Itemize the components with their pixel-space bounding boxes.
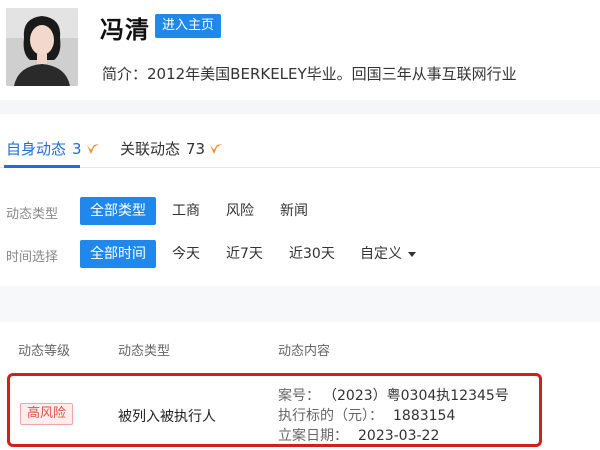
filter-type-business[interactable]: 工商: [162, 197, 210, 225]
filter-type-risk[interactable]: 风险: [216, 197, 264, 225]
tab-related-activity-label: 关联动态: [120, 140, 181, 158]
case-number-value: （2023）粤0304执12345号: [330, 388, 509, 404]
column-header-content: 动态内容: [278, 344, 331, 359]
column-header-level: 动态等级: [18, 344, 71, 359]
filter-time-custom-label: 自定义: [360, 246, 402, 262]
filter-time-custom-dropdown[interactable]: 自定义: [350, 240, 426, 268]
tab-bar: 自身动态 3 关联动态 73: [0, 128, 600, 168]
filter-time-all[interactable]: 全部时间: [80, 240, 156, 268]
profile-bio: 简介：2012年美国BERKELEY毕业。回国三年从事互联网行业: [102, 65, 517, 83]
filter-time-label: 时间选择: [6, 250, 59, 265]
tab-own-activity[interactable]: 自身动态 3: [6, 138, 100, 159]
activity-type: 被列入被执行人: [118, 409, 216, 425]
profile-header: 冯清 进入主页 简介：2012年美国BERKELEY毕业。回国三年从事互联网行业: [0, 0, 600, 100]
filing-date-label: 立案日期：: [278, 428, 348, 444]
tab-own-activity-count: 3: [72, 139, 82, 158]
filing-date-value: 2023-03-22: [358, 428, 440, 444]
filing-date: 立案日期： 2023-03-22: [278, 425, 439, 445]
execution-amount-value: 1883154: [393, 408, 456, 424]
case-number: 案号： （2023）粤0304执12345号: [278, 385, 509, 405]
table-row[interactable]: 高风险 被列入被执行人 案号： （2023）粤0304执12345号 执行标的（元…: [7, 373, 542, 447]
avatar[interactable]: [6, 8, 78, 86]
section-divider: [0, 286, 600, 322]
filter-type-all[interactable]: 全部类型: [80, 197, 156, 225]
filter-time-row: 时间选择 全部时间 今天 近7天 近30天 自定义: [0, 240, 600, 270]
filter-time-30days[interactable]: 近30天: [279, 240, 345, 268]
filter-type-row: 动态类型 全部类型 工商 风险 新闻: [0, 197, 600, 227]
tab-related-activity-count: 73: [186, 139, 206, 158]
active-tab-indicator: [4, 165, 80, 168]
tab-related-activity[interactable]: 关联动态 73: [120, 138, 223, 159]
filter-type-news[interactable]: 新闻: [270, 197, 318, 225]
case-number-label: 案号：: [278, 388, 320, 404]
execution-amount: 执行标的（元）： 1883154: [278, 405, 455, 425]
tab-own-activity-label: 自身动态: [6, 140, 67, 158]
profile-name: 冯清: [100, 16, 150, 44]
vip-icon: [86, 142, 100, 156]
execution-amount-label: 执行标的（元）：: [278, 408, 383, 424]
section-divider: [0, 100, 600, 114]
column-header-type: 动态类型: [118, 344, 171, 359]
filter-type-label: 动态类型: [6, 207, 59, 222]
risk-level-badge: 高风险: [20, 403, 74, 425]
vip-icon: [209, 142, 223, 156]
filter-time-today[interactable]: 今天: [162, 240, 210, 268]
filter-time-7days[interactable]: 近7天: [216, 240, 273, 268]
enter-homepage-button[interactable]: 进入主页: [155, 14, 221, 38]
chevron-down-icon: [408, 251, 416, 257]
